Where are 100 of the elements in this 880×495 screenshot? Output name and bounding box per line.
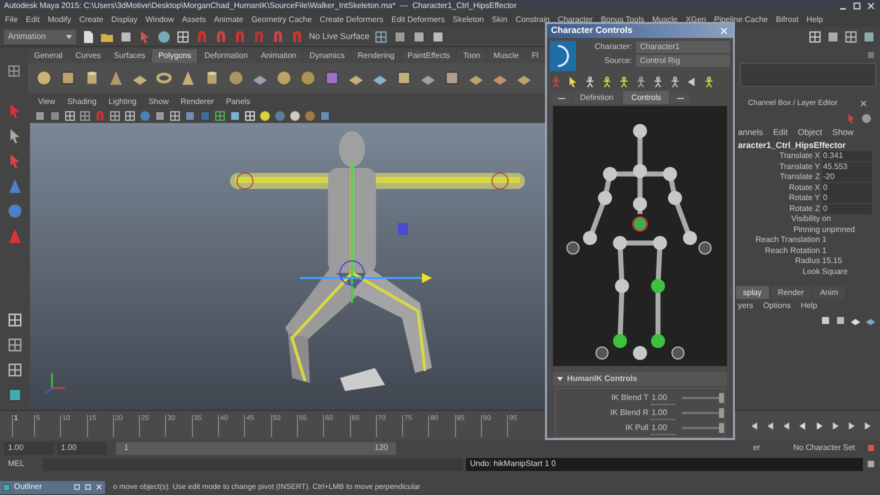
menu-item[interactable]: Skin [492, 16, 508, 24]
cube-icon[interactable] [184, 110, 196, 122]
grid-icon[interactable] [214, 110, 226, 122]
collapse-tab-icon[interactable] [671, 93, 690, 104]
shelf-tab[interactable]: PaintEffects [402, 49, 456, 63]
command-language-label[interactable]: MEL [4, 458, 40, 470]
shelf-tab[interactable]: Dynamics [303, 49, 351, 63]
sphere-icon[interactable] [300, 70, 316, 86]
playback-start-field[interactable]: 1.00 [57, 442, 107, 454]
sphere-icon[interactable] [289, 110, 301, 122]
skip-forward-icon[interactable] [862, 420, 872, 430]
menu-item[interactable]: Character [558, 16, 593, 24]
panel-tab[interactable]: Definition [572, 91, 622, 104]
maximize-icon[interactable] [84, 483, 92, 491]
collapse-tab-icon[interactable] [552, 93, 570, 104]
channel-box-menu-item[interactable]: annels [738, 126, 764, 138]
close-icon[interactable] [866, 1, 876, 11]
sphere-icon[interactable] [36, 70, 52, 86]
grid-icon[interactable] [124, 110, 136, 122]
shelf-tab[interactable]: Curves [69, 49, 107, 63]
figure-icon[interactable] [703, 76, 715, 88]
menu-item[interactable]: File [5, 16, 18, 24]
torus-icon[interactable] [156, 70, 172, 86]
layout-icon[interactable] [7, 312, 23, 328]
grid-icon[interactable] [79, 110, 91, 122]
slider-handle[interactable] [719, 408, 724, 418]
menu-item[interactable]: Assets [182, 16, 206, 24]
channel-name[interactable]: Pinning [736, 226, 822, 234]
close-icon[interactable] [859, 98, 868, 108]
restore-icon[interactable] [73, 483, 81, 491]
channel-name[interactable]: Translate Y [736, 162, 822, 171]
viewport-menu-item[interactable]: Panels [226, 98, 250, 106]
input-field[interactable] [740, 63, 876, 87]
select-object-icon[interactable] [157, 30, 171, 44]
slider-value-field[interactable]: 1.00 [651, 392, 675, 404]
character-set-menu[interactable]: No Character Set [793, 442, 855, 454]
menu-item[interactable]: Muscle [652, 16, 678, 24]
menu-item[interactable]: XGen [686, 16, 706, 24]
layer-menu-item[interactable]: Help [800, 300, 818, 312]
menu-item[interactable]: Geometry Cache [251, 16, 312, 24]
channel-name[interactable]: Rotate Z [736, 204, 822, 213]
menu-item[interactable]: Window [146, 16, 174, 24]
cube-icon[interactable] [324, 70, 340, 86]
channel-value-field[interactable]: 0 [822, 193, 872, 204]
maximize-icon[interactable] [852, 1, 862, 11]
menu-set-dropdown[interactable]: Animation [4, 30, 76, 44]
channel-box-menu-item[interactable]: Object [798, 126, 822, 138]
outliner-icon[interactable] [7, 387, 23, 403]
viewport-menu-item[interactable]: Renderer [180, 98, 214, 106]
grid-icon[interactable] [64, 110, 76, 122]
layer-menu-item[interactable]: Options [763, 300, 791, 312]
slider-value-field[interactable]: 1.00 [651, 406, 675, 420]
cone-icon[interactable] [108, 70, 124, 86]
shelf-tab[interactable]: Toon [457, 49, 486, 63]
menu-item[interactable]: Edit [26, 16, 40, 24]
sphere-icon[interactable] [228, 70, 244, 86]
shelf-tab[interactable]: Animation [254, 49, 302, 63]
channel-value-field[interactable]: 45.553 [822, 162, 872, 172]
menu-item[interactable]: Bifrost [776, 16, 799, 24]
sphere-icon[interactable] [259, 110, 271, 122]
figure-icon[interactable] [635, 76, 647, 88]
channel-value-field[interactable]: -20 [822, 172, 872, 182]
channel-name[interactable]: Translate X [736, 152, 822, 160]
slider-value-field[interactable]: 1.00 [651, 422, 675, 434]
slider-handle[interactable] [719, 393, 724, 403]
viewport-menu-item[interactable]: Shading [67, 98, 97, 106]
layout-icon[interactable] [7, 362, 23, 378]
shelf-tab[interactable]: Polygons [152, 49, 198, 63]
channel-name[interactable]: Look [736, 268, 822, 276]
figure-icon[interactable] [669, 76, 681, 88]
layer-editor-tab[interactable]: Anim [812, 286, 846, 299]
cube-icon[interactable] [154, 110, 166, 122]
select-component-icon[interactable] [176, 30, 190, 44]
pyramid-icon[interactable] [180, 70, 196, 86]
shelf-menu-icon[interactable] [7, 64, 21, 78]
cube-icon[interactable] [229, 110, 241, 122]
new-scene-icon[interactable] [81, 30, 95, 44]
menu-item[interactable]: Constrain [515, 16, 550, 24]
shelf-tab[interactable]: Muscle [487, 49, 525, 63]
key-icon[interactable] [866, 443, 876, 453]
channel-value-field[interactable]: 0 [822, 182, 872, 193]
channel-value-field[interactable]: 0 [822, 204, 872, 214]
skeleton-diagram-drawing[interactable] [566, 124, 712, 360]
shelf-tab[interactable]: Deformation [198, 49, 254, 63]
menu-item[interactable]: Create Deformers [320, 16, 384, 24]
slider-handle[interactable] [719, 423, 724, 433]
play-backward-icon[interactable] [798, 420, 808, 430]
expand-triangle-icon[interactable] [557, 377, 563, 382]
sphere-icon[interactable] [304, 110, 316, 122]
viewport-menu-item[interactable]: Lighting [108, 98, 137, 106]
play-icon[interactable] [814, 420, 824, 430]
menu-item[interactable]: Create [79, 16, 104, 24]
channel-value-field[interactable]: 0.341 [822, 151, 872, 162]
panel-tab[interactable]: Controls [623, 91, 670, 104]
menu-item[interactable]: Skeleton [452, 16, 484, 24]
channel-name[interactable]: Visibility [736, 215, 822, 224]
viewport-menu-item[interactable]: View [38, 98, 56, 106]
shelf-tab[interactable]: Fl [526, 49, 544, 63]
channel-name[interactable]: Reach Rotation [736, 246, 822, 255]
menu-item[interactable]: Edit Deformers [391, 16, 445, 24]
